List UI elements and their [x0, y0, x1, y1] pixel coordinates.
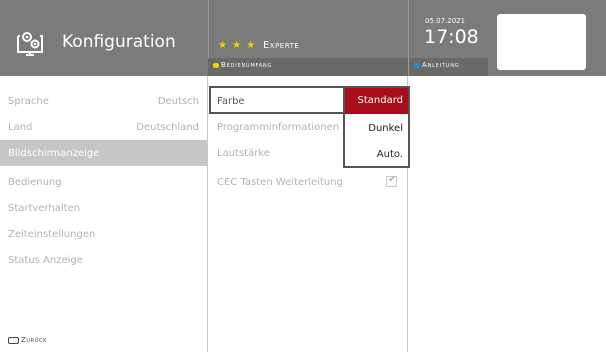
menu-item-label: Bedienung [8, 177, 62, 188]
back-hint[interactable]: Zurück [8, 336, 47, 344]
cec-checkbox[interactable] [386, 174, 397, 187]
back-label: Zurück [21, 336, 47, 344]
menu-item-sprache[interactable]: Sprache Deutsch [0, 88, 207, 114]
option-cec-tasten[interactable]: CEC Tasten Weiterleitung [208, 169, 408, 195]
menu-item-label: Status Anzeige [8, 255, 83, 266]
dropdown-option-auto[interactable]: Auto. [345, 142, 408, 168]
settings-monitor-icon [17, 32, 43, 56]
menu-item-bedienung[interactable]: Bedienung [0, 169, 207, 195]
level-label: Experte [262, 40, 300, 51]
dropdown-option-dunkel[interactable]: Dunkel [345, 116, 408, 142]
menu-item-status-anzeige[interactable]: Status Anzeige [0, 247, 207, 273]
dropdown-option-standard[interactable]: Standard [345, 88, 408, 114]
menu-item-label: Bildschirmanzeige [8, 148, 100, 159]
option-label: Lautstärke [217, 148, 270, 159]
help-hint[interactable]: Anleitung [414, 61, 459, 69]
tv-preview [497, 14, 586, 70]
menu-item-startverhalten[interactable]: Startverhalten [0, 195, 207, 221]
option-label: CEC Tasten Weiterleitung [217, 177, 343, 188]
menu-item-zeiteinstellungen[interactable]: Zeiteinstellungen [0, 221, 207, 247]
menu-item-label: Zeiteinstellungen [8, 229, 96, 240]
help-label: Anleitung [422, 61, 460, 69]
option-label: Programminformationen [217, 122, 340, 133]
header-bar: Konfiguration ★ ★ ★ Experte Bedienumfang… [0, 0, 606, 76]
menu-item-land[interactable]: Land Deutschland [0, 114, 207, 140]
user-level[interactable]: ★ ★ ★ Experte [218, 40, 299, 51]
menu-item-bildschirmanzeige[interactable]: Bildschirmanzeige [0, 140, 207, 166]
menu-item-label: Land [8, 122, 33, 133]
menu-item-value: Deutsch [157, 96, 199, 107]
page-title: Konfiguration [62, 32, 176, 52]
scope-hint[interactable]: Bedienumfang [213, 61, 272, 69]
level-stars: ★ ★ ★ [218, 40, 257, 51]
back-key-icon [8, 336, 19, 344]
menu-item-label: Startverhalten [8, 203, 81, 214]
menu-item-value: Deutschland [136, 122, 199, 133]
yellow-key-icon [213, 62, 219, 68]
clock: 17:08 [424, 26, 479, 48]
blue-key-icon [414, 62, 420, 68]
color-dropdown[interactable]: Standard Dunkel Auto. [343, 86, 410, 168]
date: 05.07.2021 [425, 17, 466, 25]
scope-label: Bedienumfang [221, 61, 273, 69]
menu-item-label: Sprache [8, 96, 49, 107]
settings-menu: Sprache Deutsch Land Deutschland Bildsch… [0, 76, 208, 352]
